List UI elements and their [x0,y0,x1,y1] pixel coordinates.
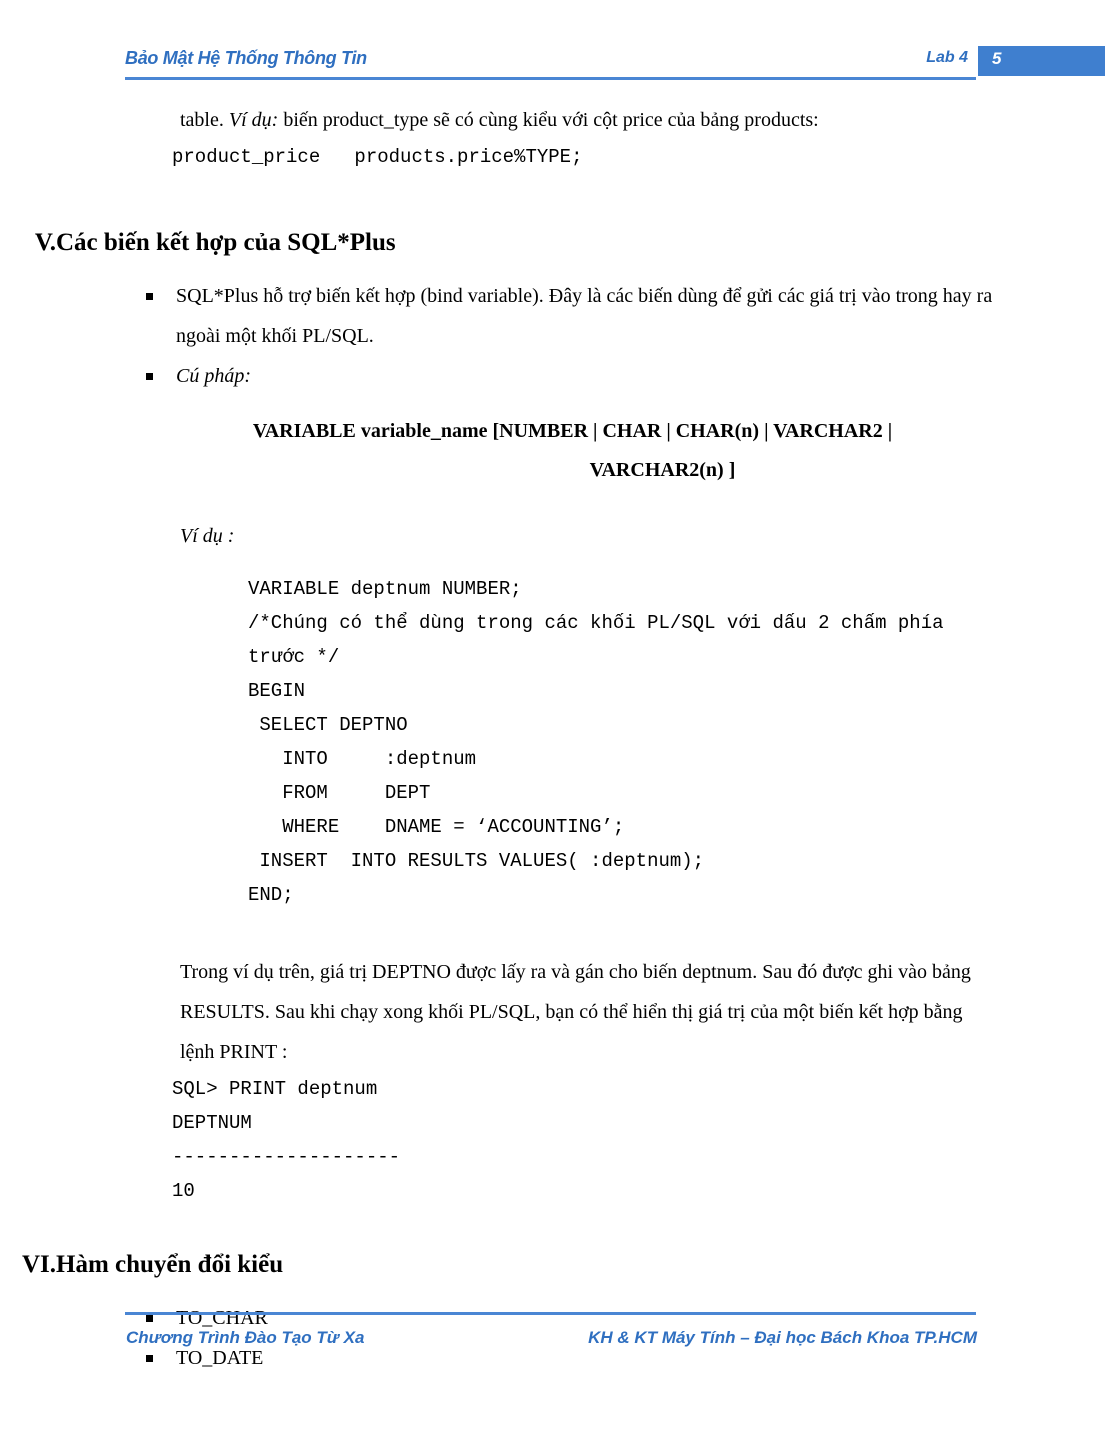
header-lab-label: Lab 4 [926,49,968,66]
page-number: 5 [992,49,1002,68]
intro-lead: table. [180,109,229,131]
header-divider [125,77,976,80]
code-line: WHERE DNAME = ‘ACCOUNTING’; [248,816,625,838]
section-vi-heading: VI. Hàm chuyển đổi kiểu [0,1248,1105,1282]
output-line: 10 [172,1180,195,1202]
bullet-text: SQL*Plus hỗ trợ biến kết hợp (bind varia… [176,285,993,347]
section-vi-number: VI. [21,1251,56,1278]
example-label: Ví dụ : [180,525,235,547]
page-content: table. Ví dụ: biến product_type sẽ có cù… [0,100,1105,1378]
section-v-bullet-list: SQL*Plus hỗ trợ biến kết hợp (bind varia… [0,276,1105,396]
footer-divider [125,1312,976,1315]
intro-vidu-label: Ví dụ: [228,109,279,131]
code-line: VARIABLE deptnum NUMBER; [248,578,522,600]
intro-code-line: product_price products.price%TYPE; [172,146,583,168]
intro-paragraph: table. Ví dụ: biến product_type sẽ có cù… [180,100,1000,140]
syntax-line-2: VARCHAR2(n) ] [589,459,736,481]
output-line: DEPTNUM [172,1112,252,1134]
code-line: INSERT INTO RESULTS VALUES( :deptnum); [248,850,705,872]
code-line: SELECT DEPTNO [248,714,408,736]
code-block-example: VARIABLE deptnum NUMBER; /*Chúng có thể … [0,572,1105,912]
code-line: END; [248,884,294,906]
intro-rest: biến product_type sẽ có cùng kiểu với cộ… [278,109,819,131]
header-title: Bảo Mật Hệ Thống Thông Tin [125,48,367,68]
output-line: SQL> PRINT deptnum [172,1078,378,1100]
page-footer: Chương Trình Đào Tạo Từ Xa KH & KT Máy T… [0,1312,1105,1362]
footer-right-text: KH & KT Máy Tính – Đại học Bách Khoa TP.… [588,1328,977,1347]
code-line: FROM DEPT [248,782,431,804]
code-line: INTO :deptnum [248,748,477,770]
code-line: /*Chúng có thể dùng trong các khối PL/SQ… [248,612,944,634]
page-header: Bảo Mật Hệ Thống Thông Tin Lab 4 5 [0,46,1105,84]
closing-paragraph: Trong ví dụ trên, giá trị DEPTNO được lấ… [180,961,971,1063]
list-item: SQL*Plus hỗ trợ biến kết hợp (bind varia… [143,276,997,356]
code-line: BEGIN [248,680,306,702]
page-number-badge: 5 [978,46,1105,76]
code-line: trước */ [248,646,340,668]
section-v-number: V. [34,229,56,256]
footer-left-text: Chương Trình Đào Tạo Từ Xa [126,1328,365,1347]
output-line: -------------------- [172,1146,401,1168]
document-page: Bảo Mật Hệ Thống Thông Tin Lab 4 5 table… [0,0,1105,1430]
section-vi-title: Hàm chuyển đổi kiểu [56,1251,284,1278]
syntax-block: VARIABLE variable_name [NUMBER | CHAR | … [150,412,995,490]
list-item: Cú pháp: [143,356,997,396]
section-v-title: Các biến kết hợp của SQL*Plus [56,229,396,256]
print-output-block: SQL> PRINT deptnum DEPTNUM -------------… [0,1072,1105,1208]
bullet-text: Cú pháp: [176,365,251,387]
syntax-line-1: VARIABLE variable_name [NUMBER | CHAR | … [252,420,893,442]
section-v-heading: V. Các biến kết hợp của SQL*Plus [0,226,1105,260]
